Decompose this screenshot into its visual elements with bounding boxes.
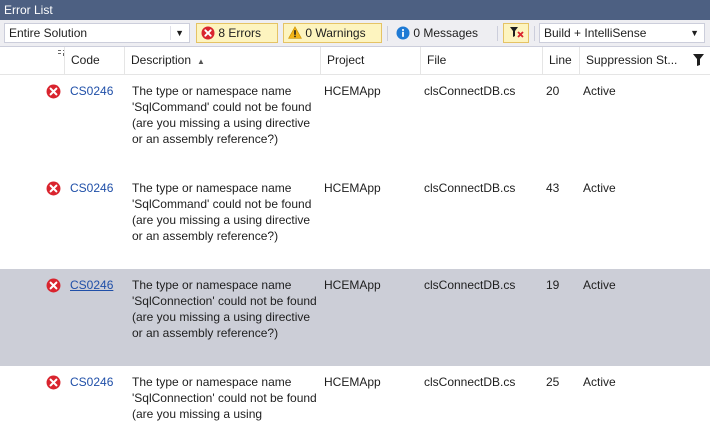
error-line: 43 bbox=[546, 181, 560, 195]
warning-triangle-icon bbox=[288, 26, 302, 39]
warnings-filter-button[interactable]: 0 Warnings bbox=[283, 23, 382, 43]
header-code-label: Code bbox=[71, 53, 100, 67]
error-description: The type or namespace name 'SqlCommand' … bbox=[132, 181, 312, 243]
header-file[interactable]: File bbox=[420, 47, 542, 74]
error-file: clsConnectDB.cs bbox=[424, 278, 516, 292]
error-list-panel: Error List Entire Solution ▼ 8 Errors 0 … bbox=[0, 0, 710, 443]
error-file: clsConnectDB.cs bbox=[424, 181, 516, 195]
error-code-link[interactable]: CS0246 bbox=[70, 180, 113, 196]
header-suppression-label: Suppression St... bbox=[586, 53, 678, 67]
warnings-count-label: 0 Warnings bbox=[305, 26, 366, 40]
table-row[interactable]: CS0246 The type or namespace name 'SqlCo… bbox=[0, 366, 710, 443]
table-row[interactable]: CS0246 The type or namespace name 'SqlCo… bbox=[0, 269, 710, 366]
build-source-dropdown[interactable]: Build + IntelliSense ▼ bbox=[539, 23, 705, 43]
error-suppression-state: Active bbox=[583, 181, 616, 195]
header-suppression-state[interactable]: Suppression St... bbox=[579, 47, 710, 74]
filter-toggle-icon bbox=[510, 26, 524, 38]
filter-toggle-button[interactable] bbox=[503, 23, 529, 43]
error-project: HCEMApp bbox=[324, 375, 381, 389]
scope-dropdown-value: Entire Solution bbox=[9, 26, 88, 40]
chevron-down-icon: ▼ bbox=[175, 28, 184, 38]
error-description: The type or namespace name 'SqlConnectio… bbox=[132, 278, 317, 340]
dropdown-divider bbox=[170, 26, 171, 40]
error-description: The type or namespace name 'SqlConnectio… bbox=[132, 375, 317, 421]
error-file: clsConnectDB.cs bbox=[424, 375, 516, 389]
error-list-toolbar: Entire Solution ▼ 8 Errors 0 Warnings 0 … bbox=[0, 20, 710, 47]
error-project: HCEMApp bbox=[324, 278, 381, 292]
error-code-link[interactable]: CS0246 bbox=[70, 374, 113, 390]
errors-count-label: 8 Errors bbox=[218, 26, 262, 40]
error-circle-x-icon bbox=[46, 84, 61, 99]
error-suppression-state: Active bbox=[583, 375, 616, 389]
error-suppression-state: Active bbox=[583, 278, 616, 292]
chevron-down-icon: ▼ bbox=[690, 28, 699, 38]
info-circle-icon bbox=[396, 26, 410, 40]
error-circle-x-icon bbox=[46, 278, 61, 293]
header-line[interactable]: Line bbox=[542, 47, 579, 74]
toolbar-separator bbox=[387, 26, 388, 41]
error-line: 19 bbox=[546, 278, 560, 292]
error-circle-x-icon bbox=[201, 26, 215, 40]
error-circle-x-icon bbox=[46, 375, 61, 390]
window-title: Error List bbox=[0, 0, 710, 20]
error-project: HCEMApp bbox=[324, 84, 381, 98]
error-circle-x-icon bbox=[46, 181, 61, 196]
error-description: The type or namespace name 'SqlCommand' … bbox=[132, 84, 312, 146]
header-project[interactable]: Project bbox=[320, 47, 420, 74]
header-blank-column bbox=[0, 47, 48, 74]
messages-count-label: 0 Messages bbox=[413, 26, 479, 40]
error-line: 25 bbox=[546, 375, 560, 389]
errors-filter-button[interactable]: 8 Errors bbox=[196, 23, 278, 43]
error-project: HCEMApp bbox=[324, 181, 381, 195]
column-chooser-icon[interactable] bbox=[48, 47, 64, 74]
error-suppression-state: Active bbox=[583, 84, 616, 98]
table-row[interactable]: CS0246 The type or namespace name 'SqlCo… bbox=[0, 172, 710, 269]
funnel-icon[interactable] bbox=[693, 54, 704, 66]
build-source-value: Build + IntelliSense bbox=[544, 26, 647, 40]
messages-filter-button[interactable]: 0 Messages bbox=[391, 23, 493, 43]
header-file-label: File bbox=[427, 53, 447, 67]
scope-dropdown[interactable]: Entire Solution ▼ bbox=[4, 23, 190, 43]
header-description[interactable]: Description ▲ bbox=[124, 47, 320, 74]
sort-ascending-icon: ▲ bbox=[197, 57, 205, 66]
header-code[interactable]: Code bbox=[64, 47, 124, 74]
error-line: 20 bbox=[546, 84, 560, 98]
error-rows: CS0246 The type or namespace name 'SqlCo… bbox=[0, 75, 710, 443]
table-row[interactable]: CS0246 The type or namespace name 'SqlCo… bbox=[0, 75, 710, 172]
header-line-label: Line bbox=[549, 53, 572, 67]
error-file: clsConnectDB.cs bbox=[424, 84, 516, 98]
column-header-row: Code Description ▲ Project File Line Supp… bbox=[0, 47, 710, 75]
error-code-link[interactable]: CS0246 bbox=[70, 277, 113, 293]
toolbar-separator bbox=[534, 26, 535, 41]
header-description-label: Description bbox=[131, 53, 192, 67]
toolbar-separator bbox=[497, 26, 498, 41]
error-code-link[interactable]: CS0246 bbox=[70, 83, 113, 99]
header-project-label: Project bbox=[327, 53, 365, 67]
